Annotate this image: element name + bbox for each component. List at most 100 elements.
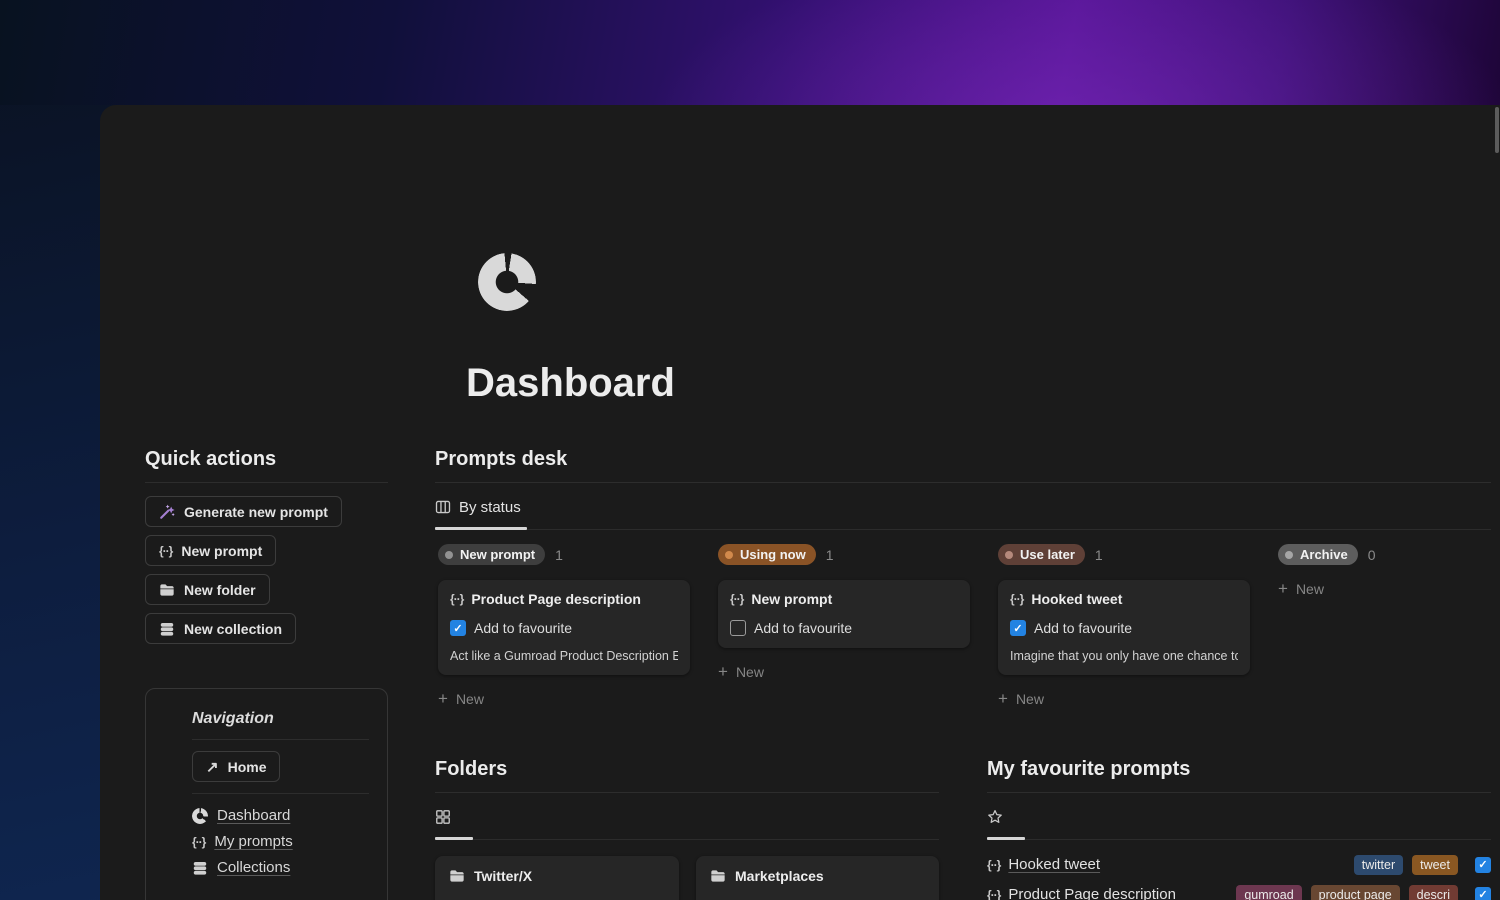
plus-icon: + [718, 662, 728, 681]
folders-tabbar [435, 803, 939, 840]
prompt-braces-icon: {··} [192, 834, 206, 849]
tag[interactable]: descri [1408, 884, 1458, 900]
favourite-checkbox-checked[interactable]: ✓ [1475, 856, 1491, 873]
favourites-section: My favourite prompts {··} Hooked tweet t… [987, 757, 1491, 900]
favourites-tabbar [987, 803, 1491, 840]
new-folder-button[interactable]: New folder [145, 574, 270, 605]
kanban-column-new-prompt: New prompt 1 {··} Product Page descripti… [438, 544, 690, 707]
nav-link-dashboard[interactable]: Dashboard [192, 807, 369, 824]
scrollbar-thumb[interactable] [1495, 107, 1499, 153]
folder-icon [711, 870, 725, 882]
kanban-column-using-now: Using now 1 {··} New prompt Add to favou… [718, 544, 970, 680]
new-label: New [1295, 581, 1324, 597]
kanban-column-use-later: Use later 1 {··} Hooked tweet ✓ Add to f… [998, 544, 1250, 707]
add-card-button[interactable]: + New [718, 662, 764, 681]
active-tab-underline [987, 837, 1025, 840]
status-label: Archive [1300, 547, 1348, 562]
active-tab-underline [435, 527, 527, 530]
folder-name: Twitter/X [474, 868, 533, 884]
status-pill[interactable]: Use later [998, 544, 1085, 565]
new-label: New [1015, 691, 1044, 707]
prompt-card[interactable]: {··} Product Page description ✓ Add to f… [438, 580, 690, 675]
favourite-row-hooked-tweet[interactable]: {··} Hooked tweet twitter tweet ✓ [987, 852, 1491, 877]
plus-icon: + [998, 689, 1008, 708]
quick-actions-section: Quick actions Generate new prompt {··} N… [145, 447, 388, 644]
add-card-button[interactable]: + New [1278, 579, 1324, 598]
tag[interactable]: twitter [1353, 854, 1404, 875]
tag[interactable]: gumroad [1236, 884, 1302, 900]
star-icon [988, 809, 1002, 823]
column-count: 1 [1094, 546, 1103, 563]
tag[interactable]: tweet [1412, 854, 1458, 875]
status-pill[interactable]: Archive [1278, 544, 1358, 565]
nav-link-label: Dashboard [217, 807, 291, 824]
favourite-title: Hooked tweet [1008, 856, 1101, 873]
check-icon: ✓ [1478, 859, 1488, 871]
divider [192, 739, 369, 740]
grid-view-icon [436, 810, 450, 824]
prompt-braces-icon: {··} [987, 857, 1001, 872]
tab-starred[interactable] [987, 803, 1003, 831]
check-icon: ✓ [1013, 622, 1023, 635]
navigation-box: Navigation ↗ Home Dashboard {··} My prom… [145, 688, 388, 900]
new-label: New [455, 691, 484, 707]
favourite-checkbox-checked[interactable]: ✓ [1010, 620, 1026, 636]
favourite-label: Add to favourite [1034, 620, 1133, 636]
favourite-checkbox-unchecked[interactable] [730, 620, 746, 636]
folder-card-twitter[interactable]: Twitter/X [435, 856, 679, 900]
prompt-braces-icon: {··} [987, 887, 1001, 900]
nav-link-label: My prompts [214, 833, 293, 850]
card-title: Hooked tweet [1031, 591, 1123, 607]
page-logo-icon[interactable] [478, 253, 536, 311]
status-label: New prompt [460, 547, 536, 562]
cover-gradient [0, 0, 1500, 105]
prompt-braces-icon: {··} [450, 592, 464, 606]
folder-card-marketplaces[interactable]: Marketplaces [696, 856, 939, 900]
prompt-braces-icon: {··} [1010, 592, 1024, 606]
tab-by-status[interactable]: By status [435, 493, 521, 521]
prompt-braces-icon: {··} [730, 592, 744, 606]
prompts-desk-heading: Prompts desk [435, 448, 568, 470]
card-snippet: Imagine that you only have one chance to… [1010, 649, 1238, 663]
wand-icon [160, 504, 175, 519]
button-label: New collection [184, 620, 283, 637]
tag[interactable]: product page [1310, 884, 1400, 900]
add-card-button[interactable]: + New [998, 689, 1044, 708]
card-title: Product Page description [471, 591, 641, 607]
status-label: Use later [1020, 547, 1075, 562]
divider [987, 792, 1491, 793]
new-collection-button[interactable]: New collection [145, 613, 297, 644]
nav-link-collections[interactable]: Collections [192, 859, 369, 876]
board-view-icon [435, 500, 451, 514]
active-tab-underline [435, 837, 473, 840]
navigation-heading: Navigation [192, 710, 274, 727]
plus-icon: + [1278, 579, 1288, 598]
column-count: 1 [555, 546, 563, 563]
tab-label: By status [459, 498, 521, 516]
status-dot [445, 550, 453, 559]
divider [192, 793, 369, 794]
status-label: Using now [740, 547, 806, 562]
favourite-checkbox-checked[interactable]: ✓ [1475, 886, 1491, 900]
favourite-label: Add to favourite [754, 620, 853, 636]
status-pill[interactable]: Using now [718, 544, 816, 565]
collection-stack-icon [160, 622, 174, 636]
favourite-checkbox-checked[interactable]: ✓ [450, 620, 466, 636]
add-card-button[interactable]: + New [438, 690, 484, 707]
home-button[interactable]: ↗ Home [192, 751, 281, 782]
divider [435, 482, 1491, 483]
prompt-card[interactable]: {··} Hooked tweet ✓ Add to favourite Ima… [998, 580, 1250, 675]
arrow-up-right-icon: ↗ [206, 758, 219, 776]
new-prompt-button[interactable]: {··} New prompt [145, 535, 277, 566]
prompt-card[interactable]: {··} New prompt Add to favourite [718, 580, 970, 648]
prompt-braces-icon: {··} [159, 543, 173, 558]
favourite-title: Product Page description [1008, 886, 1176, 900]
tab-gallery-view[interactable] [435, 803, 451, 831]
view-tabbar: By status [435, 493, 1491, 530]
status-pill[interactable]: New prompt [438, 544, 546, 565]
check-icon: ✓ [1478, 889, 1488, 900]
favourite-row-product-page-description[interactable]: {··} Product Page description gumroad pr… [987, 882, 1491, 900]
nav-link-my-prompts[interactable]: {··} My prompts [192, 833, 369, 850]
generate-new-prompt-button[interactable]: Generate new prompt [145, 496, 342, 527]
favourites-heading: My favourite prompts [987, 758, 1191, 780]
